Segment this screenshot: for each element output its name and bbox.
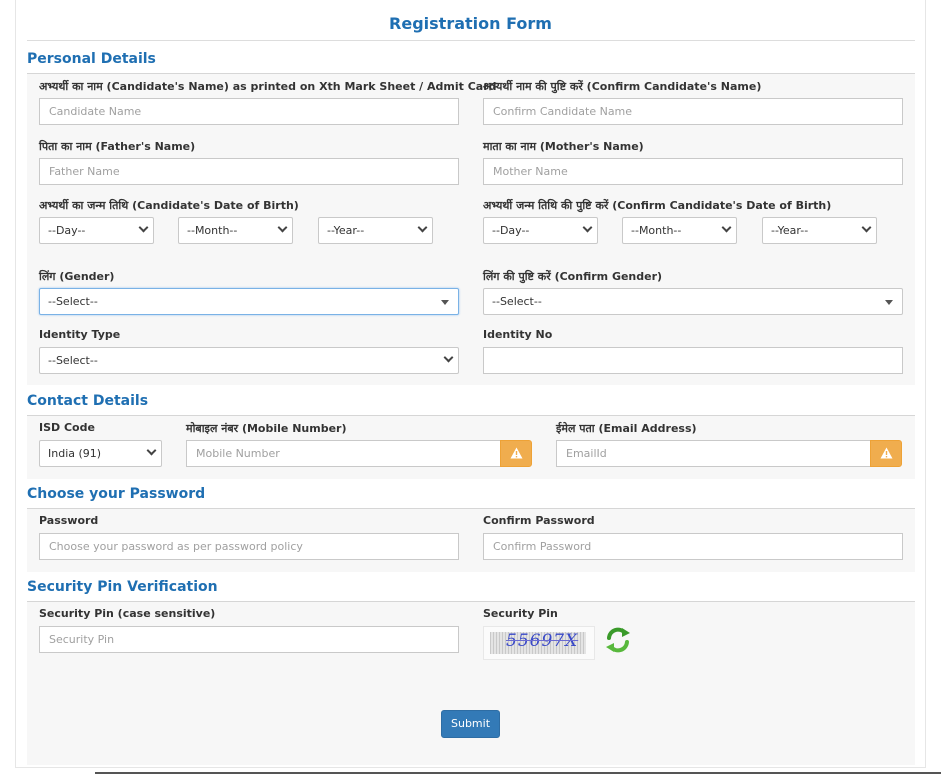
dob-month-select[interactable]: --Month-- [178,217,293,244]
captcha-text: 55697X [506,631,579,651]
dob-day-value: --Day-- [48,224,86,237]
chevron-down-icon [582,222,593,233]
confirm-dob-month-select[interactable]: --Month-- [622,217,737,244]
confirm-dob-label: अभ्यर्थी जन्म तिथि की पुष्टि करें (Confi… [483,199,832,212]
dob-year-select[interactable]: --Year-- [318,217,433,244]
chevron-down-icon [277,222,288,233]
security-pin-input[interactable] [39,626,459,653]
identity-type-value: --Select-- [48,354,98,367]
captcha-label: Security Pin [483,607,558,620]
identity-type-select[interactable]: --Select-- [39,347,459,374]
gender-label: लिंग (Gender) [39,270,115,283]
mother-name-input[interactable] [483,158,903,185]
gender-select[interactable]: --Select-- [39,288,459,315]
security-pin-label: Security Pin (case sensitive) [39,607,216,620]
chevron-down-icon [443,352,454,363]
security-heading: Security Pin Verification [27,579,218,595]
email-label: ईमेल पता (Email Address) [556,422,697,435]
warning-icon [510,447,523,459]
dob-day-select[interactable]: --Day-- [39,217,154,244]
password-heading: Choose your Password [27,486,206,502]
title-divider [27,40,915,41]
email-input[interactable] [556,440,871,467]
chevron-down-icon [861,222,872,233]
father-name-label: पिता का नाम (Father's Name) [39,140,196,153]
chevron-down-icon [146,445,157,456]
confirm-dob-day-select[interactable]: --Day-- [483,217,598,244]
caret-down-icon [441,300,449,305]
confirm-dob-month-value: --Month-- [631,224,682,237]
contact-details-heading: Contact Details [27,393,149,409]
candidate-name-input[interactable] [39,98,459,125]
mobile-warning-button[interactable] [500,440,532,467]
identity-no-input[interactable] [483,347,903,374]
isd-code-select[interactable]: India (91) [39,440,162,467]
confirm-dob-year-value: --Year-- [771,224,809,237]
warning-icon [880,447,893,459]
identity-type-label: Identity Type [39,328,121,341]
identity-no-label: Identity No [483,328,553,341]
caret-down-icon [885,300,893,305]
chevron-down-icon [138,222,149,233]
mother-name-label: माता का नाम (Mother's Name) [483,140,644,153]
email-warning-button[interactable] [870,440,902,467]
confirm-gender-value: --Select-- [492,295,542,308]
confirm-password-label: Confirm Password [483,514,595,527]
gender-value: --Select-- [48,295,98,308]
chevron-down-icon [721,222,732,233]
password-label: Password [39,514,99,527]
candidate-name-label: अभ्यर्थी का नाम (Candidate's Name) as pr… [39,80,497,93]
confirm-name-label: अभ्यर्थी नाम की पुष्टि करें (Confirm Can… [483,80,762,93]
isd-code-label: ISD Code [39,421,95,434]
dob-month-value: --Month-- [187,224,238,237]
dob-year-value: --Year-- [327,224,365,237]
refresh-icon [606,627,630,653]
mobile-input[interactable] [186,440,501,467]
page-title: Registration Form [389,14,552,33]
confirm-name-input[interactable] [483,98,903,125]
bottom-border [95,772,941,774]
confirm-password-input[interactable] [483,533,903,560]
personal-details-heading: Personal Details [27,51,156,67]
mobile-label: मोबाइल नंबर (Mobile Number) [186,422,347,435]
confirm-gender-label: लिंग की पुष्टि करें (Confirm Gender) [483,270,663,283]
captcha-image: 55697X [483,626,595,660]
isd-code-value: India (91) [48,447,102,460]
chevron-down-icon [417,222,428,233]
submit-button[interactable]: Submit [441,710,500,738]
father-name-input[interactable] [39,158,459,185]
confirm-gender-select[interactable]: --Select-- [483,288,903,315]
confirm-dob-year-select[interactable]: --Year-- [762,217,877,244]
dob-label: अभ्यर्थी का जन्म तिथि (Candidate's Date … [39,199,299,212]
password-input[interactable] [39,533,459,560]
refresh-captcha-button[interactable] [603,625,633,659]
confirm-dob-day-value: --Day-- [492,224,530,237]
